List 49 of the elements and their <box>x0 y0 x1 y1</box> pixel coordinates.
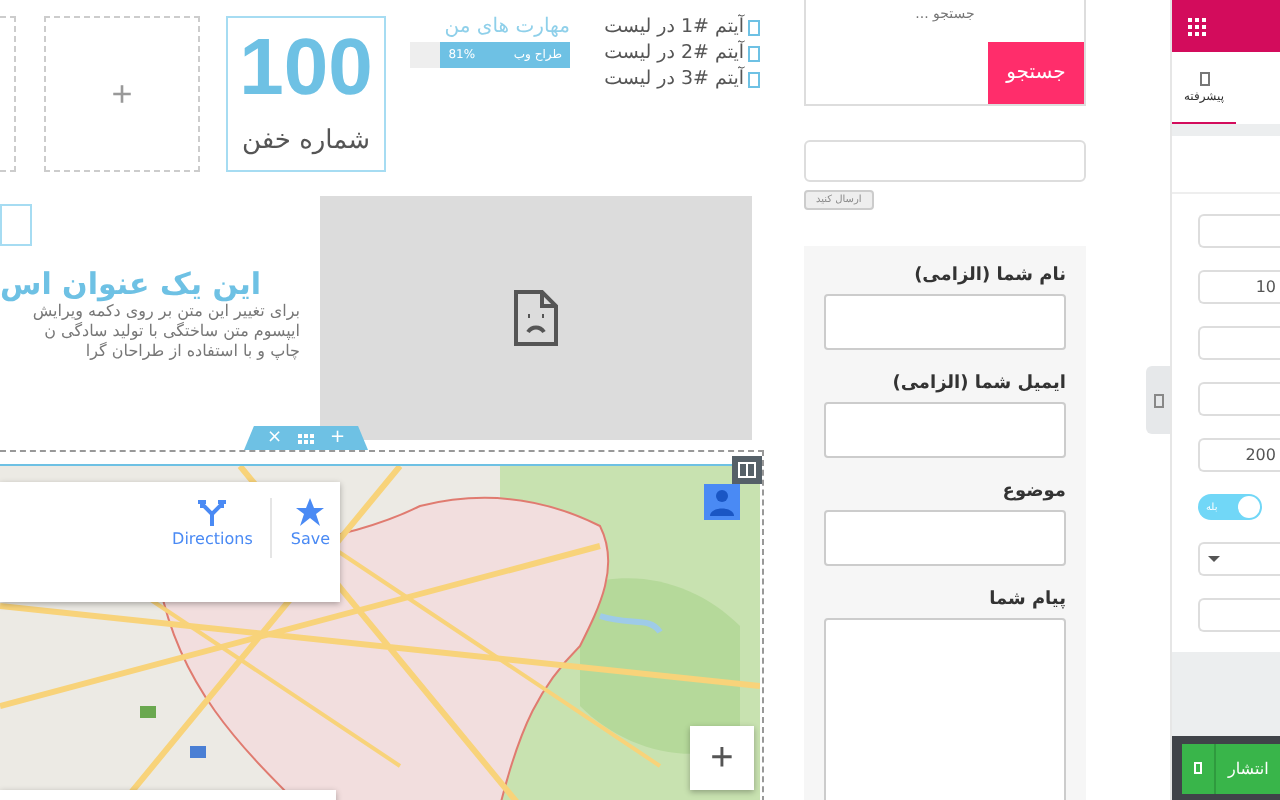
fork-arrow-icon <box>198 498 227 526</box>
publish-button[interactable]: انتشار <box>1182 743 1280 793</box>
text-field[interactable] <box>1198 382 1280 416</box>
tablet-icon <box>1194 762 1202 774</box>
counter-number: 100 <box>239 22 373 114</box>
list-item: آیتم #1 در لیست <box>604 16 744 38</box>
select-dropdown[interactable] <box>1198 542 1280 576</box>
field-label: ایمیل شما (الزامی) <box>890 374 1066 394</box>
drag-dots-icon[interactable] <box>298 433 314 443</box>
paragraph-line: چاپ و با استفاده از طراحان گرا <box>83 342 300 362</box>
feature-heading: این یک عنوان اس <box>0 266 261 302</box>
phone-outline-icon <box>0 204 32 246</box>
star-icon <box>296 498 325 526</box>
close-icon[interactable]: × <box>266 426 282 450</box>
tablet-icon <box>1153 393 1163 407</box>
search-button[interactable]: جستجو <box>988 42 1084 104</box>
broken-file-icon <box>514 290 558 346</box>
apps-grid-icon[interactable] <box>1188 17 1206 35</box>
add-icon[interactable]: + <box>330 426 346 450</box>
square-icon <box>748 19 760 35</box>
field-label: موضوع <box>1000 482 1066 502</box>
text-field[interactable]: 10 <box>1198 270 1280 304</box>
text-field[interactable] <box>824 510 1066 566</box>
text-field[interactable] <box>824 402 1066 458</box>
square-icon <box>748 71 760 87</box>
text-field[interactable] <box>1198 326 1280 360</box>
paragraph-line: ایپسوم متن ساختگی با تولید سادگی ن <box>42 322 300 342</box>
counter-title: شماره خفن <box>241 126 371 156</box>
message-field[interactable] <box>824 618 1066 800</box>
columns-icon[interactable] <box>732 456 762 484</box>
list-item: آیتم #2 در لیست <box>604 42 744 64</box>
text-field[interactable] <box>1198 214 1280 248</box>
save-button[interactable]: Save <box>280 498 340 548</box>
field-label: نام شما (الزامی) <box>912 266 1066 286</box>
tablet-icon <box>1199 71 1209 85</box>
field-label: پیام شما <box>987 590 1066 610</box>
list-item: آیتم #3 در لیست <box>604 68 744 90</box>
square-icon <box>748 45 760 61</box>
text-field[interactable]: 200 <box>1198 438 1280 472</box>
add-widget-button[interactable]: + <box>44 16 200 172</box>
caret-icon <box>1208 556 1220 562</box>
directions-button[interactable]: Directions <box>162 498 263 548</box>
text-field[interactable] <box>824 294 1066 350</box>
skills-title: مهارت های من <box>444 16 570 38</box>
zoom-in-button[interactable]: + <box>690 726 754 790</box>
paragraph-line: برای تغییر این متن بر روی دکمه ویرایش <box>30 302 300 322</box>
text-field[interactable] <box>1198 598 1280 632</box>
email-field[interactable] <box>804 140 1086 182</box>
responsive-tab[interactable] <box>1146 366 1170 434</box>
